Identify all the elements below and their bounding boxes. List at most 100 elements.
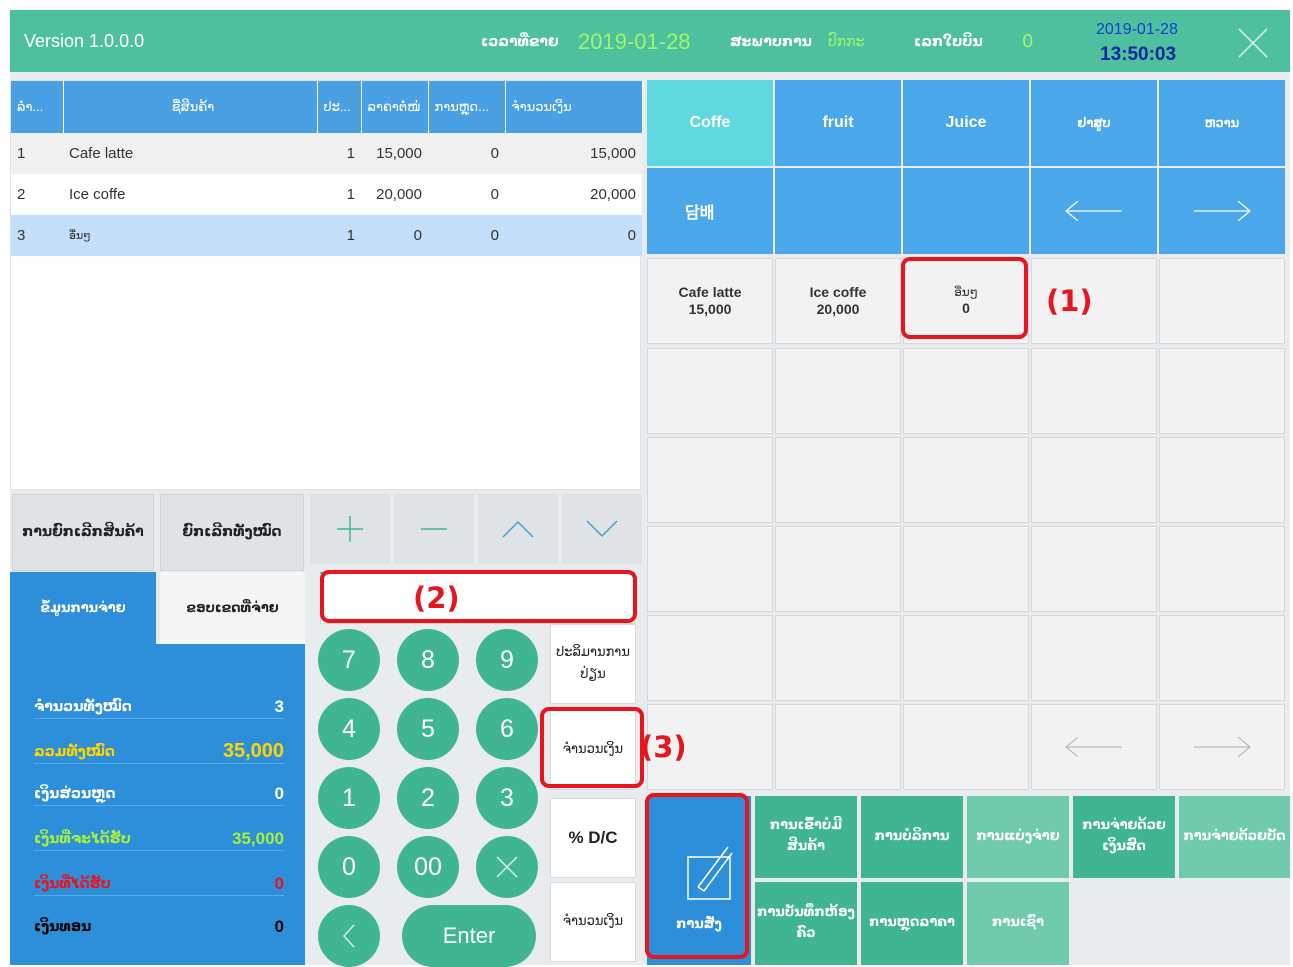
- pay-card-button[interactable]: ການຈ່າຍດ້ວຍບັດ: [1179, 796, 1290, 878]
- sale-date: 2019-01-28: [578, 29, 691, 54]
- product-prev-button[interactable]: [1031, 704, 1157, 790]
- column-header-discount[interactable]: ການຫຼຸດ...: [428, 81, 506, 133]
- key-8[interactable]: 8: [397, 629, 459, 691]
- product-slot-empty[interactable]: [647, 348, 773, 434]
- move-down-button[interactable]: [562, 494, 642, 564]
- key-7[interactable]: 7: [318, 629, 380, 691]
- category-next-button[interactable]: [1159, 168, 1285, 254]
- discount-dc-button[interactable]: % D/C: [550, 798, 636, 878]
- clear-key[interactable]: [476, 836, 538, 898]
- category-prev-button[interactable]: [1031, 168, 1157, 254]
- product-next-button[interactable]: [1159, 704, 1285, 790]
- column-header-amount[interactable]: ຈຳນວນເງິນ: [505, 81, 643, 133]
- minus-button[interactable]: [394, 494, 474, 564]
- close-icon[interactable]: [1236, 26, 1270, 60]
- amount-button-bottom[interactable]: ຈຳນວນເງິນ: [550, 882, 636, 962]
- product-slot-empty[interactable]: [903, 615, 1029, 701]
- save-kitchen-button[interactable]: ການບັນທຶກຫ້ອງຄົວ: [755, 882, 857, 965]
- order-button[interactable]: ການສັ່ງ: [647, 796, 751, 965]
- change-quantity-button[interactable]: ປະລິມານການປ່ຽນ: [550, 624, 636, 704]
- product-slot-empty[interactable]: [1159, 258, 1285, 344]
- category-sweets[interactable]: ຫວານ: [1159, 80, 1285, 166]
- price-discount-button[interactable]: ການຫຼຸດລາຄາ: [861, 882, 963, 965]
- product-slot-empty[interactable]: [1031, 526, 1157, 612]
- row-name: Cafe latte: [63, 133, 317, 174]
- key-6[interactable]: 6: [476, 698, 538, 760]
- cancel-all-button[interactable]: ຍົກເລີກທັງໝົດ: [160, 494, 304, 571]
- status-label: ສະພາບການ: [730, 34, 812, 50]
- category-coffe[interactable]: Coffe: [647, 80, 773, 166]
- amount-input[interactable]: [320, 572, 635, 624]
- column-header-no[interactable]: ລຳ...: [11, 81, 64, 133]
- bill-number-label: ເລກໃບບິນ: [914, 34, 983, 50]
- category-tobacco-korean[interactable]: 담배: [647, 168, 773, 254]
- product-slot-empty[interactable]: [775, 526, 901, 612]
- product-slot-empty[interactable]: [647, 526, 773, 612]
- category-tobacco-lao[interactable]: ຢາສູບ: [1031, 80, 1157, 166]
- summary-value: 3: [274, 696, 284, 716]
- key-0[interactable]: 0: [318, 836, 380, 898]
- table-row[interactable]: 2 Ice coffe 1 20,000 0 20,000: [11, 174, 642, 215]
- product-ice-coffe[interactable]: Ice coffe 20,000: [775, 258, 901, 344]
- product-cafe-latte[interactable]: Cafe latte 15,000: [647, 258, 773, 344]
- product-slot-empty[interactable]: [647, 615, 773, 701]
- column-header-qty[interactable]: ປະ...: [317, 81, 362, 133]
- product-slot-empty[interactable]: [903, 348, 1029, 434]
- key-5[interactable]: 5: [397, 698, 459, 760]
- key-4[interactable]: 4: [318, 698, 380, 760]
- column-header-name[interactable]: ຊື່ສິນຄ້າ: [63, 81, 318, 133]
- title-bar: Version 1.0.0.0 ເວລາທີ່ຂາຍ 2019-01-28 ສະ…: [10, 10, 1290, 72]
- cancel-item-button[interactable]: ການຍົກເລີກສິນຄ້າ: [12, 494, 154, 571]
- key-00[interactable]: 00: [397, 836, 459, 898]
- product-slot-empty[interactable]: [1159, 615, 1285, 701]
- product-slot-empty[interactable]: [1031, 437, 1157, 523]
- plus-icon: [337, 516, 363, 542]
- product-name: Cafe latte: [678, 283, 742, 300]
- category-empty[interactable]: [775, 168, 901, 254]
- pay-cash-button[interactable]: ການຈ່າຍດ້ວຍເງິນສົດ: [1073, 796, 1175, 878]
- backspace-key[interactable]: [318, 905, 380, 967]
- category-fruit[interactable]: fruit: [775, 80, 901, 166]
- row-qty: 1: [317, 174, 361, 215]
- order-label: ການສັ່ງ: [676, 917, 722, 933]
- key-9[interactable]: 9: [476, 629, 538, 691]
- summary-label: ເງິນທີ່ຈະໄດ້ຮັບ: [34, 830, 131, 847]
- enter-key[interactable]: Enter: [402, 905, 536, 967]
- product-slot-empty[interactable]: [903, 437, 1029, 523]
- product-slot-empty[interactable]: [1159, 437, 1285, 523]
- plus-button[interactable]: [310, 494, 390, 564]
- product-slot-empty[interactable]: [903, 526, 1029, 612]
- category-empty[interactable]: [903, 168, 1029, 254]
- product-slot-empty[interactable]: [775, 615, 901, 701]
- key-1[interactable]: 1: [318, 767, 380, 829]
- split-pay-button[interactable]: ການແບ່ງຈ່າຍ: [967, 796, 1069, 878]
- product-slot-empty[interactable]: [775, 348, 901, 434]
- row-price: 20,000: [361, 174, 428, 215]
- row-discount: 0: [428, 133, 505, 174]
- product-slot-empty[interactable]: [903, 704, 1029, 790]
- row-discount: 0: [428, 174, 505, 215]
- product-slot-empty[interactable]: [647, 437, 773, 523]
- summary-row-discount: ເງິນສ່ວນຫຼຸດ 0: [34, 782, 284, 806]
- product-slot-empty[interactable]: [1031, 348, 1157, 434]
- table-row-selected[interactable]: 3 ອື່ນໆ 1 0 0 0: [11, 215, 642, 256]
- move-up-button[interactable]: [478, 494, 558, 564]
- product-slot-empty[interactable]: [775, 704, 901, 790]
- product-other[interactable]: ອື່ນໆ 0: [903, 258, 1029, 344]
- summary-label: ເງິນສ່ວນຫຼຸດ: [34, 785, 116, 802]
- amount-button[interactable]: ຈຳນວນເງິນ: [550, 710, 636, 790]
- import-items-button[interactable]: ການເຂົ້າບໍ່ມີສິນຄ້າ: [755, 796, 857, 878]
- table-row[interactable]: 1 Cafe latte 1 15,000 0 15,000: [11, 133, 642, 174]
- service-button[interactable]: ການບໍລິການ: [861, 796, 963, 878]
- product-slot-empty[interactable]: [775, 437, 901, 523]
- category-juice[interactable]: Juice: [903, 80, 1029, 166]
- key-3[interactable]: 3: [476, 767, 538, 829]
- rent-button[interactable]: ການເຊົ່າ: [967, 882, 1069, 965]
- column-header-price[interactable]: ລາຄາຕໍ່ໜ່: [361, 81, 429, 133]
- product-slot-empty[interactable]: [1031, 615, 1157, 701]
- product-slot-empty[interactable]: [1159, 348, 1285, 434]
- tab-payment-info[interactable]: ຂໍ້ມູນການຈ່າຍ: [10, 572, 156, 644]
- product-slot-empty[interactable]: [1159, 526, 1285, 612]
- key-2[interactable]: 2: [397, 767, 459, 829]
- tab-payment-scope[interactable]: ຂອບເຂດທີ່ຈ່າຍ: [160, 572, 305, 644]
